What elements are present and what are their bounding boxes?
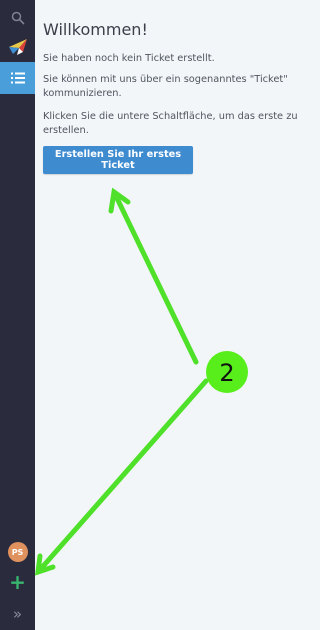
sidebar: PS + » <box>0 0 35 630</box>
page-title: Willkommen! <box>43 20 148 39</box>
search-button[interactable] <box>0 6 35 30</box>
search-icon <box>11 11 24 25</box>
double-chevron-right-icon: » <box>12 605 23 623</box>
avatar: PS <box>7 542 28 562</box>
create-first-ticket-button[interactable]: Erstellen Sie Ihr erstes Ticket <box>43 146 193 174</box>
add-ticket-button[interactable]: + <box>0 570 35 594</box>
main-content: Willkommen! Sie haben noch kein Ticket e… <box>35 0 309 630</box>
avatar-button[interactable]: PS <box>0 540 35 564</box>
plus-icon: + <box>9 570 26 594</box>
expand-sidebar-button[interactable]: » <box>0 604 35 624</box>
intro-text-1: Sie haben noch kein Ticket erstellt. <box>43 53 215 64</box>
list-icon <box>10 72 25 84</box>
logo[interactable] <box>0 32 35 60</box>
logo-bird-icon <box>8 39 27 55</box>
intro-text-2: Sie können mit uns über ein sogenanntes … <box>43 74 288 99</box>
intro-text-3: Klicken Sie die untere Schaltfläche, um … <box>43 111 298 136</box>
sidebar-item-tickets[interactable] <box>0 62 35 94</box>
